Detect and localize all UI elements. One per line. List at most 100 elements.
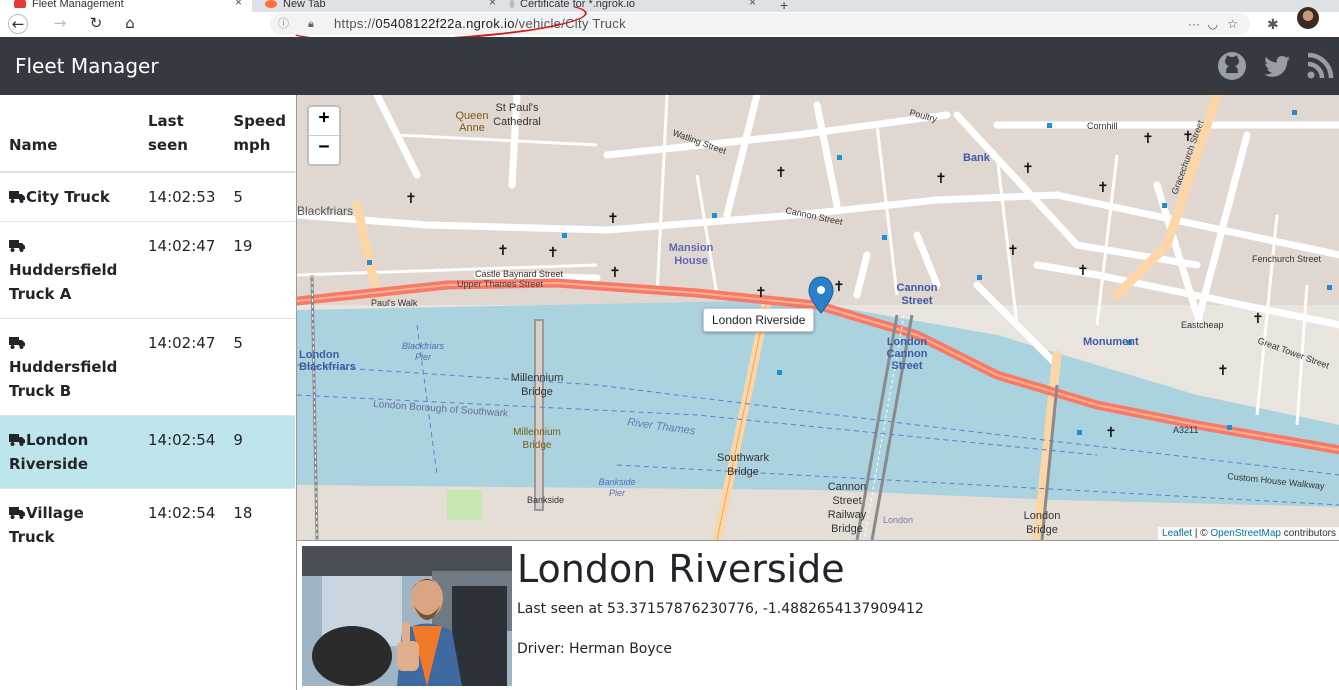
svg-text:Eastcheap: Eastcheap [1181, 320, 1224, 330]
svg-text:Pier: Pier [415, 352, 432, 362]
speed-cell: 18 [233, 504, 253, 522]
browser-tab-fleet[interactable]: Fleet Management × [0, 0, 252, 12]
profile-avatar[interactable] [1297, 7, 1319, 29]
svg-text:Bridge: Bridge [831, 523, 863, 535]
back-button[interactable]: ← [8, 14, 28, 34]
detail-title: London Riverside [517, 547, 845, 591]
svg-text:Anne: Anne [459, 122, 485, 134]
table-row[interactable]: Village Truck 14:02:54 18 [0, 489, 295, 562]
last-seen-cell: 14:02:53 [139, 172, 225, 222]
svg-text:Bridge: Bridge [521, 386, 553, 398]
last-seen-cell: 14:02:47 [139, 318, 225, 416]
svg-text:London: London [883, 515, 913, 525]
detail-driver: Driver: Herman Boyce [517, 641, 672, 657]
marker-tooltip: London Riverside [703, 308, 815, 332]
column-header-name[interactable]: Name [0, 95, 139, 173]
column-header-speed[interactable]: Speed mph [224, 95, 295, 173]
svg-text:Castle Baynard Street: Castle Baynard Street [475, 269, 564, 279]
svg-text:✝: ✝ [405, 191, 417, 207]
column-header-last-seen[interactable]: Last seen [139, 95, 225, 173]
extensions-icon[interactable]: ✱ [1267, 17, 1279, 33]
svg-text:Cornhill: Cornhill [1087, 121, 1118, 131]
svg-text:✝: ✝ [1077, 263, 1089, 279]
svg-text:Cannon: Cannon [828, 481, 867, 493]
vehicle-name-cell[interactable]: Huddersfield Truck A [0, 221, 139, 319]
speed-cell: 19 [224, 221, 295, 319]
svg-text:✝: ✝ [1217, 363, 1229, 379]
svg-text:Southwark: Southwark [717, 452, 769, 464]
svg-text:✝: ✝ [1252, 311, 1264, 327]
svg-text:Paul's Walk: Paul's Walk [371, 298, 418, 308]
last-seen-cell: 14:02:47 [139, 221, 225, 319]
svg-text:Street: Street [832, 495, 861, 507]
bookmark-star-icon[interactable]: ☆ [1227, 13, 1238, 35]
zoom-control: + − [307, 105, 341, 166]
table-row[interactable]: Huddersfield Truck A 14:02:47 19 [0, 221, 295, 319]
more-icon[interactable]: ··· [1188, 13, 1200, 35]
svg-text:✝: ✝ [1007, 243, 1019, 259]
svg-text:Monument: Monument [1083, 336, 1139, 348]
truck-icon [9, 507, 25, 519]
map-tiles[interactable]: ✝✝ ✝ ✝✝✝ ✝✝✝ ✝✝✝ ✝✝ ✝ ✝✝✝ St Paul's Cathed… [297, 95, 1339, 540]
svg-text:Street: Street [901, 295, 933, 307]
speed-cell: 5 [224, 172, 295, 222]
vehicle-name-cell[interactable]: Village Truck [0, 489, 139, 562]
detail-last-seen: Last seen at 53.37157876230776, -1.48826… [517, 601, 924, 617]
tab-label: Fleet Management [32, 0, 124, 10]
svg-text:✝: ✝ [1097, 180, 1109, 196]
osm-link[interactable]: OpenStreetMap [1210, 528, 1281, 539]
forward-button[interactable]: → [50, 14, 70, 34]
vehicle-name-cell[interactable]: Huddersfield Truck B [0, 318, 139, 416]
vehicle-name-cell[interactable]: City Truck [0, 172, 139, 222]
svg-text:Bank: Bank [963, 152, 991, 164]
reload-button[interactable]: ↻ [86, 14, 106, 34]
svg-text:Bridge: Bridge [727, 466, 759, 478]
speed-cell: 5 [224, 318, 295, 416]
last-seen-cell: 14:02:54 [148, 504, 216, 522]
truck-icon [9, 434, 25, 446]
rss-icon[interactable] [1305, 51, 1335, 81]
svg-text:Street: Street [891, 360, 923, 372]
new-tab-button[interactable]: + [780, 0, 788, 12]
svg-text:✝: ✝ [1105, 425, 1117, 441]
svg-text:Cathedral: Cathedral [493, 116, 541, 128]
browser-tab-strip: Fleet Management × New Tab × Certificate… [0, 0, 1339, 12]
map-attribution: Leaflet | © OpenStreetMap contributors [1158, 527, 1339, 540]
vehicle-name-cell[interactable]: London Riverside [0, 415, 139, 489]
twitter-icon[interactable] [1262, 51, 1292, 81]
close-tab-icon[interactable]: × [749, 0, 756, 8]
github-icon[interactable] [1217, 51, 1247, 81]
close-tab-icon[interactable]: × [235, 0, 242, 8]
svg-text:Blackfriars: Blackfriars [402, 341, 445, 351]
svg-text:Blackfriars: Blackfriars [299, 361, 356, 373]
svg-text:✝: ✝ [609, 265, 621, 281]
firefox-favicon-icon [265, 0, 277, 8]
zoom-in-button[interactable]: + [309, 107, 339, 135]
table-row[interactable]: City Truck 14:02:53 5 [0, 172, 295, 222]
svg-text:✝: ✝ [497, 243, 509, 259]
vehicle-name: Huddersfield Truck A [9, 261, 118, 303]
svg-text:✝: ✝ [607, 211, 619, 227]
leaflet-link[interactable]: Leaflet [1162, 528, 1192, 539]
vehicle-name: Huddersfield Truck B [9, 358, 118, 400]
svg-text:✝: ✝ [547, 245, 559, 261]
svg-text:✝: ✝ [755, 285, 767, 301]
truck-icon [9, 240, 25, 252]
svg-text:Bankside: Bankside [527, 495, 564, 505]
svg-text:✝: ✝ [935, 171, 947, 187]
pocket-icon[interactable]: ◡ [1208, 13, 1218, 35]
svg-text:Pier: Pier [609, 488, 626, 498]
home-button[interactable]: ⌂ [120, 14, 140, 34]
speed-cell: 9 [224, 415, 295, 489]
zoom-out-button[interactable]: − [309, 135, 339, 164]
table-row-selected[interactable]: London Riverside 14:02:54 9 [0, 415, 295, 489]
svg-text:✝: ✝ [1022, 161, 1034, 177]
table-row[interactable]: Huddersfield Truck B 14:02:47 5 [0, 318, 295, 416]
map-view[interactable]: ✝ ✝ ✝ ✝ ✝ ✝ ✝ ✝ ✝ ✝ ✝ ✝ ✝ ✝ ✝ ✝ ✝ ✝ St Paul's Cathed… [296, 95, 1339, 541]
table-header-row: Name Last seen Speed mph [0, 95, 295, 173]
svg-text:✝: ✝ [833, 279, 845, 295]
brand-title[interactable]: Fleet Manager [15, 54, 159, 78]
svg-text:Blackfriars: Blackfriars [297, 204, 353, 218]
svg-text:Millennium: Millennium [511, 372, 564, 384]
browser-toolbar: ← → ↻ ⌂ ⓘ 🔒︎ https://05408122f22a.ngrok.… [0, 12, 1339, 38]
